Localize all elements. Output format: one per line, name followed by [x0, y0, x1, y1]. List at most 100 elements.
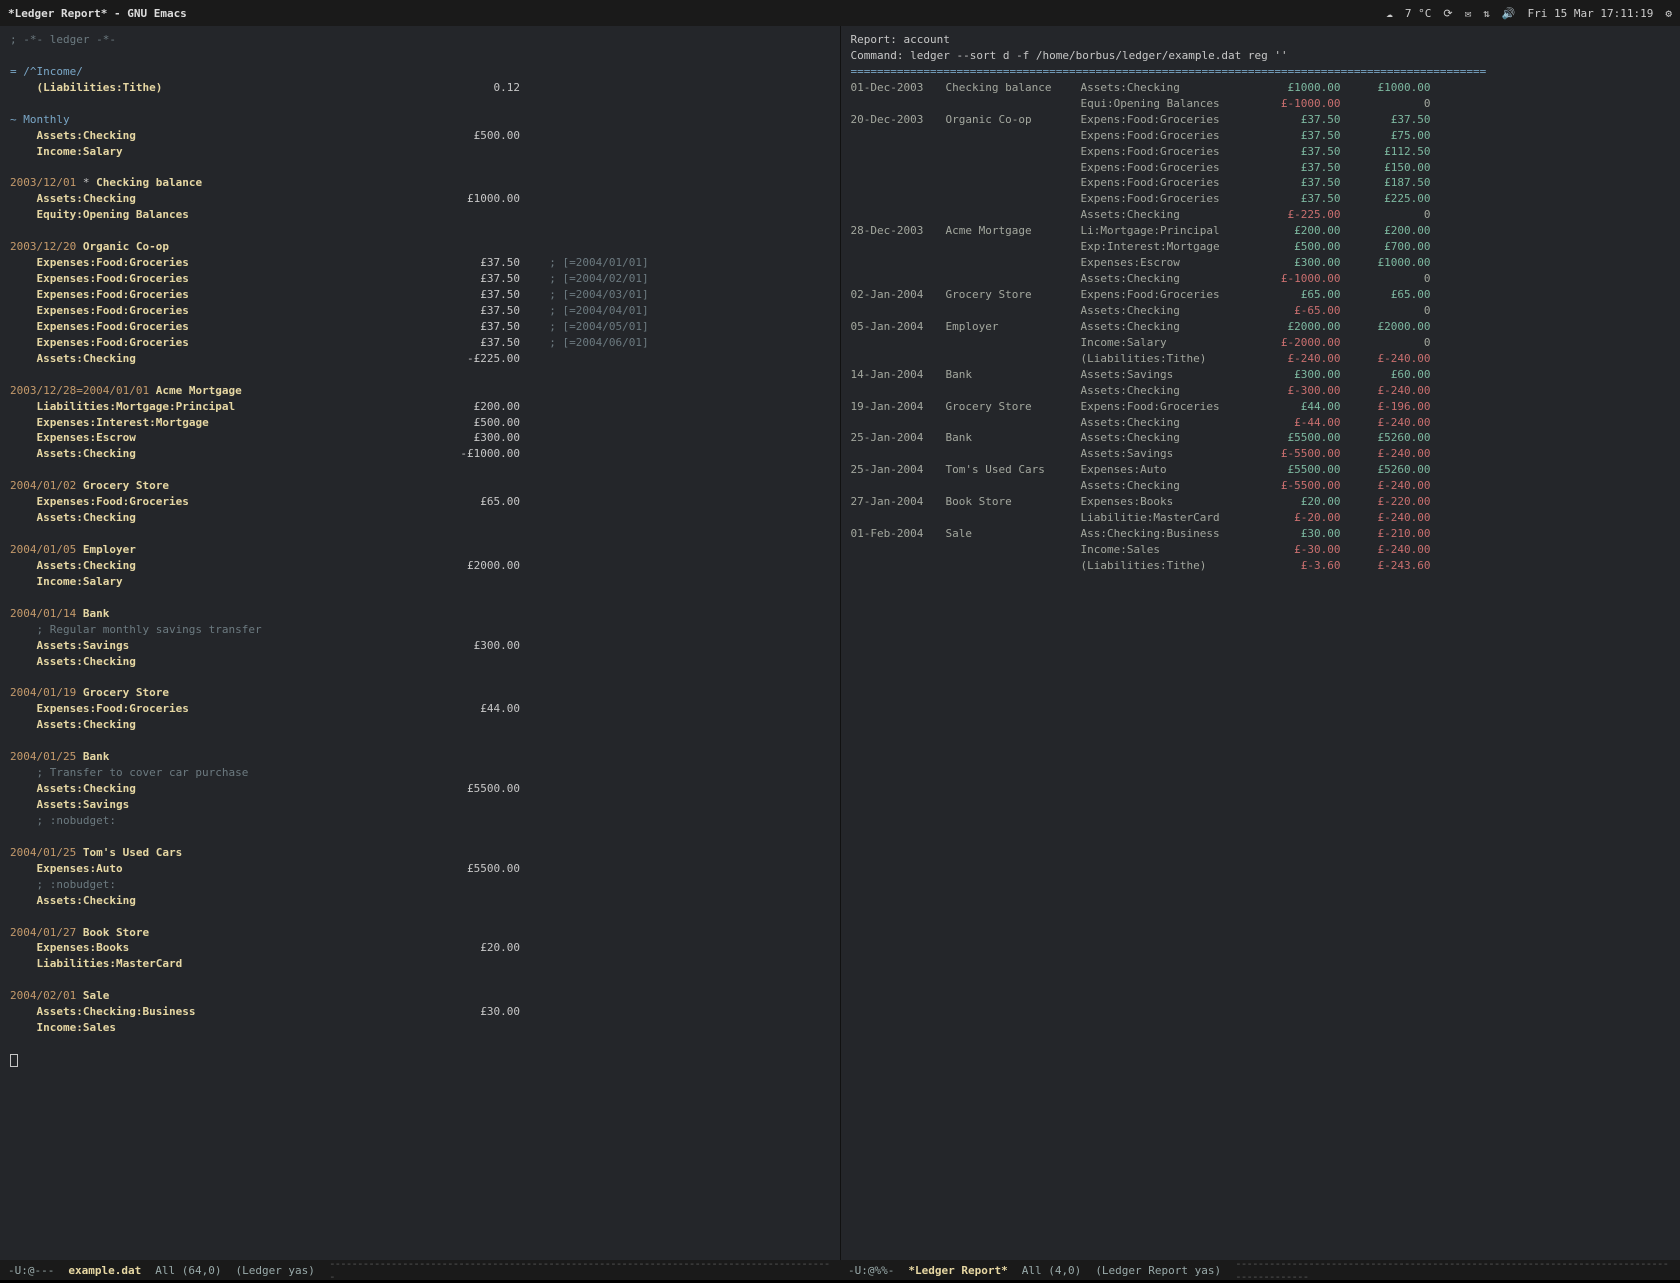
posting-line: Liabilities:MasterCard [10, 956, 830, 972]
report-row: 25-Jan-2004BankAssets:Checking£5500.00£5… [851, 430, 1671, 446]
report-divider: ========================================… [851, 64, 1671, 80]
topbar-tray: ☁ 7 °C ⟳ ✉ ⇅ 🔊 Fri 15 Mar 17:11:19 ⚙ [1386, 7, 1672, 20]
weather-icon: ☁ [1386, 7, 1393, 20]
automatic-tx-header: = /^Income/ [10, 65, 83, 78]
posting-line: Assets:Checking [10, 510, 830, 526]
ledger-source-buffer[interactable]: ; -*- ledger -*- = /^Income/ (Liabilitie… [0, 26, 841, 1260]
modeline: -U:@--- example.dat All (64,0) (Ledger y… [0, 1260, 1680, 1280]
tx-header: 2004/02/01 Sale [10, 988, 830, 1004]
report-row: 02-Jan-2004Grocery StoreExpens:Food:Groc… [851, 287, 1671, 303]
posting-line: Expenses:Auto£5500.00 [10, 861, 830, 877]
posting-line: Assets:Checking [10, 654, 830, 670]
posting-line: Assets:Checking-£1000.00 [10, 446, 830, 462]
posting-line: Income:Sales [10, 1020, 830, 1036]
modeline-left: -U:@--- example.dat All (64,0) (Ledger y… [0, 1257, 840, 1283]
emacs-frame: ; -*- ledger -*- = /^Income/ (Liabilitie… [0, 26, 1680, 1260]
report-row: Equi:Opening Balances£-1000.000 [851, 96, 1671, 112]
posting-line: Income:Salary [10, 574, 830, 590]
network-icon[interactable]: ⇅ [1483, 7, 1490, 20]
posting-line: Expenses:Food:Groceries£37.50 ; [=2004/0… [10, 303, 830, 319]
report-row: Assets:Checking£-225.000 [851, 207, 1671, 223]
desktop-topbar: *Ledger Report* - GNU Emacs ☁ 7 °C ⟳ ✉ ⇅… [0, 0, 1680, 26]
report-row: Expens:Food:Groceries£37.50£75.00 [851, 128, 1671, 144]
report-row: Assets:Checking£-300.00£-240.00 [851, 383, 1671, 399]
tx-comment: ; Transfer to cover car purchase [10, 765, 830, 781]
automatic-posting: (Liabilities:Tithe)0.12 [10, 80, 830, 96]
weather-text: 7 °C [1405, 7, 1432, 20]
posting-line: Liabilities:Mortgage:Principal£200.00 [10, 399, 830, 415]
posting-line: Assets:Checking£1000.00 [10, 191, 830, 207]
modeline-prefix: -U:@--- [8, 1264, 54, 1277]
posting-line: Assets:Checking [10, 893, 830, 909]
report-row: (Liabilities:Tithe)£-240.00£-240.00 [851, 351, 1671, 367]
report-row: Assets:Checking£-5500.00£-240.00 [851, 478, 1671, 494]
tx-header: 2004/01/05 Employer [10, 542, 830, 558]
report-row: 01-Feb-2004SaleAss:Checking:Business£30.… [851, 526, 1671, 542]
report-row: Expens:Food:Groceries£37.50£187.50 [851, 175, 1671, 191]
point-cursor [10, 1054, 18, 1067]
report-row: Assets:Checking£-1000.000 [851, 271, 1671, 287]
report-row: Expens:Food:Groceries£37.50£225.00 [851, 191, 1671, 207]
posting-line: Expenses:Books£20.00 [10, 940, 830, 956]
tx-comment: ; :nobudget: [10, 877, 830, 893]
posting-line: Assets:Checking-£225.00 [10, 351, 830, 367]
periodic-posting: Income:Salary [10, 144, 830, 160]
posting-line: Expenses:Food:Groceries£65.00 [10, 494, 830, 510]
tx-comment: ; Regular monthly savings transfer [10, 622, 830, 638]
tx-header: 2004/01/14 Bank [10, 606, 830, 622]
refresh-icon[interactable]: ⟳ [1443, 7, 1452, 20]
posting-line: Expenses:Food:Groceries£37.50 ; [=2004/0… [10, 319, 830, 335]
posting-line: Expenses:Food:Groceries£37.50 ; [=2004/0… [10, 335, 830, 351]
report-row: 19-Jan-2004Grocery StoreExpens:Food:Groc… [851, 399, 1671, 415]
tx-header: 2003/12/28=2004/01/01 Acme Mortgage [10, 383, 830, 399]
window-title: *Ledger Report* - GNU Emacs [8, 7, 1386, 20]
tx-comment: ; :nobudget: [10, 813, 830, 829]
posting-line: Assets:Savings [10, 797, 830, 813]
modeline-prefix: -U:@%%- [848, 1264, 894, 1277]
posting-line: Assets:Checking:Business£30.00 [10, 1004, 830, 1020]
posting-line: Assets:Checking [10, 717, 830, 733]
posting-line: Equity:Opening Balances [10, 207, 830, 223]
posting-line: Assets:Savings£300.00 [10, 638, 830, 654]
report-row: Assets:Checking£-65.000 [851, 303, 1671, 319]
settings-icon[interactable]: ⚙ [1665, 7, 1672, 20]
ledger-report-buffer[interactable]: Report: accountCommand: ledger --sort d … [841, 26, 1680, 1260]
tx-header: 2004/01/02 Grocery Store [10, 478, 830, 494]
modeline-position: All (4,0) [1022, 1264, 1082, 1277]
tx-header: 2003/12/01 * Checking balance [10, 175, 830, 191]
report-row: 20-Dec-2003Organic Co-opExpens:Food:Groc… [851, 112, 1671, 128]
report-row: Expenses:Escrow£300.00£1000.00 [851, 255, 1671, 271]
report-row: 14-Jan-2004BankAssets:Savings£300.00£60.… [851, 367, 1671, 383]
posting-line: Expenses:Food:Groceries£37.50 ; [=2004/0… [10, 255, 830, 271]
volume-icon[interactable]: 🔊 [1502, 7, 1516, 20]
report-row: Assets:Savings£-5500.00£-240.00 [851, 446, 1671, 462]
tx-header: 2003/12/20 Organic Co-op [10, 239, 830, 255]
report-row: 28-Dec-2003Acme MortgageLi:Mortgage:Prin… [851, 223, 1671, 239]
report-label: Report: account [851, 32, 1671, 48]
tx-header: 2004/01/25 Tom's Used Cars [10, 845, 830, 861]
posting-line: Expenses:Food:Groceries£37.50 ; [=2004/0… [10, 271, 830, 287]
tx-header: 2004/01/27 Book Store [10, 925, 830, 941]
report-row: 27-Jan-2004Book StoreExpenses:Books£20.0… [851, 494, 1671, 510]
modeline-buffer: example.dat [68, 1264, 141, 1277]
mail-icon[interactable]: ✉ [1465, 7, 1472, 20]
report-row: Income:Sales£-30.00£-240.00 [851, 542, 1671, 558]
report-row: 05-Jan-2004EmployerAssets:Checking£2000.… [851, 319, 1671, 335]
report-row: Income:Salary£-2000.000 [851, 335, 1671, 351]
modeline-mode: (Ledger yas) [235, 1264, 314, 1277]
report-row: Expens:Food:Groceries£37.50£112.50 [851, 144, 1671, 160]
report-command: Command: ledger --sort d -f /home/borbus… [851, 48, 1671, 64]
posting-line: Assets:Checking£5500.00 [10, 781, 830, 797]
clock-text: Fri 15 Mar 17:11:19 [1528, 7, 1654, 20]
report-row: 01-Dec-2003Checking balanceAssets:Checki… [851, 80, 1671, 96]
posting-line: Expenses:Food:Groceries£37.50 ; [=2004/0… [10, 287, 830, 303]
periodic-posting: Assets:Checking£500.00 [10, 128, 830, 144]
posting-line: Assets:Checking£2000.00 [10, 558, 830, 574]
modeline-dashes: ----------------------------------------… [1235, 1257, 1672, 1283]
tx-header: 2004/01/19 Grocery Store [10, 685, 830, 701]
posting-line: Expenses:Interest:Mortgage£500.00 [10, 415, 830, 431]
periodic-tx-header: ~ Monthly [10, 113, 70, 126]
file-variable-comment: ; -*- ledger -*- [10, 33, 116, 46]
posting-line: Expenses:Escrow£300.00 [10, 430, 830, 446]
report-row: (Liabilities:Tithe)£-3.60£-243.60 [851, 558, 1671, 574]
